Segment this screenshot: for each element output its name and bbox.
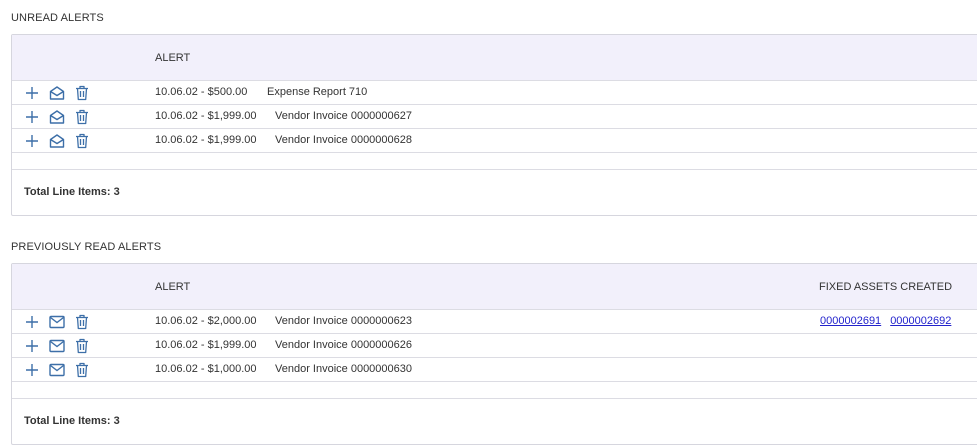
column-header-alert: ALERT xyxy=(155,281,191,293)
envelope-open-icon[interactable] xyxy=(49,109,65,125)
plus-icon[interactable] xyxy=(24,133,40,149)
alert-amount: 10.06.02 - $1,999.00 xyxy=(155,110,257,122)
alert-document: Vendor Invoice 0000000628 xyxy=(275,134,413,146)
table-spacer xyxy=(12,382,977,399)
unread-alerts-title: UNREAD ALERTS xyxy=(11,12,104,24)
plus-icon[interactable] xyxy=(24,362,40,378)
trash-icon[interactable] xyxy=(74,362,90,378)
column-header-fixed-assets: FIXED ASSETS CREATED xyxy=(819,281,953,293)
envelope-icon[interactable] xyxy=(49,338,65,354)
alert-document: Vendor Invoice 0000000630 xyxy=(275,363,413,375)
envelope-icon[interactable] xyxy=(49,362,65,378)
table-row: 10.06.02 - $500.00 Expense Report 710 xyxy=(12,81,977,105)
total-line-items: Total Line Items: 3 xyxy=(24,415,120,427)
table-row: 10.06.02 - $1,999.00 Vendor Invoice 0000… xyxy=(12,334,977,358)
table-footer: Total Line Items: 3 xyxy=(12,399,977,444)
column-header-alert: ALERT xyxy=(155,52,191,64)
alert-amount: 10.06.02 - $1,000.00 xyxy=(155,363,257,375)
read-alerts-panel: ALERT FIXED ASSETS CREATED 10.06.02 - $2… xyxy=(11,263,977,445)
plus-icon[interactable] xyxy=(24,314,40,330)
read-table-header: ALERT FIXED ASSETS CREATED xyxy=(12,264,977,310)
envelope-open-icon[interactable] xyxy=(49,85,65,101)
fixed-assets-links: 0000002691 0000002692 xyxy=(820,315,960,327)
alert-amount: 10.06.02 - $2,000.00 xyxy=(155,315,257,327)
trash-icon[interactable] xyxy=(74,133,90,149)
table-row: 10.06.02 - $1,000.00 Vendor Invoice 0000… xyxy=(12,358,977,382)
read-alerts-title: PREVIOUSLY READ ALERTS xyxy=(11,241,162,253)
plus-icon[interactable] xyxy=(24,85,40,101)
trash-icon[interactable] xyxy=(74,314,90,330)
table-spacer xyxy=(12,153,977,170)
alert-amount: 10.06.02 - $500.00 xyxy=(155,86,248,98)
asset-link[interactable]: 0000002692 xyxy=(890,315,951,327)
alert-amount: 10.06.02 - $1,999.00 xyxy=(155,134,257,146)
table-row: 10.06.02 - $1,999.00 Vendor Invoice 0000… xyxy=(12,129,977,153)
alert-amount: 10.06.02 - $1,999.00 xyxy=(155,339,257,351)
table-footer: Total Line Items: 3 xyxy=(12,170,977,215)
alert-document: Vendor Invoice 0000000623 xyxy=(275,315,413,327)
asset-link[interactable]: 0000002691 xyxy=(820,315,881,327)
alert-document: Vendor Invoice 0000000626 xyxy=(275,339,413,351)
envelope-open-icon[interactable] xyxy=(49,133,65,149)
alert-document: Vendor Invoice 0000000627 xyxy=(275,110,413,122)
trash-icon[interactable] xyxy=(74,85,90,101)
table-row: 10.06.02 - $2,000.00 Vendor Invoice 0000… xyxy=(12,310,977,334)
unread-table-header: ALERT xyxy=(12,35,977,81)
table-row: 10.06.02 - $1,999.00 Vendor Invoice 0000… xyxy=(12,105,977,129)
trash-icon[interactable] xyxy=(74,109,90,125)
unread-alerts-panel: ALERT 10.06.02 - $500.00 Expense Report … xyxy=(11,34,977,216)
trash-icon[interactable] xyxy=(74,338,90,354)
plus-icon[interactable] xyxy=(24,338,40,354)
envelope-icon[interactable] xyxy=(49,314,65,330)
alert-document: Expense Report 710 xyxy=(267,86,368,98)
plus-icon[interactable] xyxy=(24,109,40,125)
total-line-items: Total Line Items: 3 xyxy=(24,186,120,198)
